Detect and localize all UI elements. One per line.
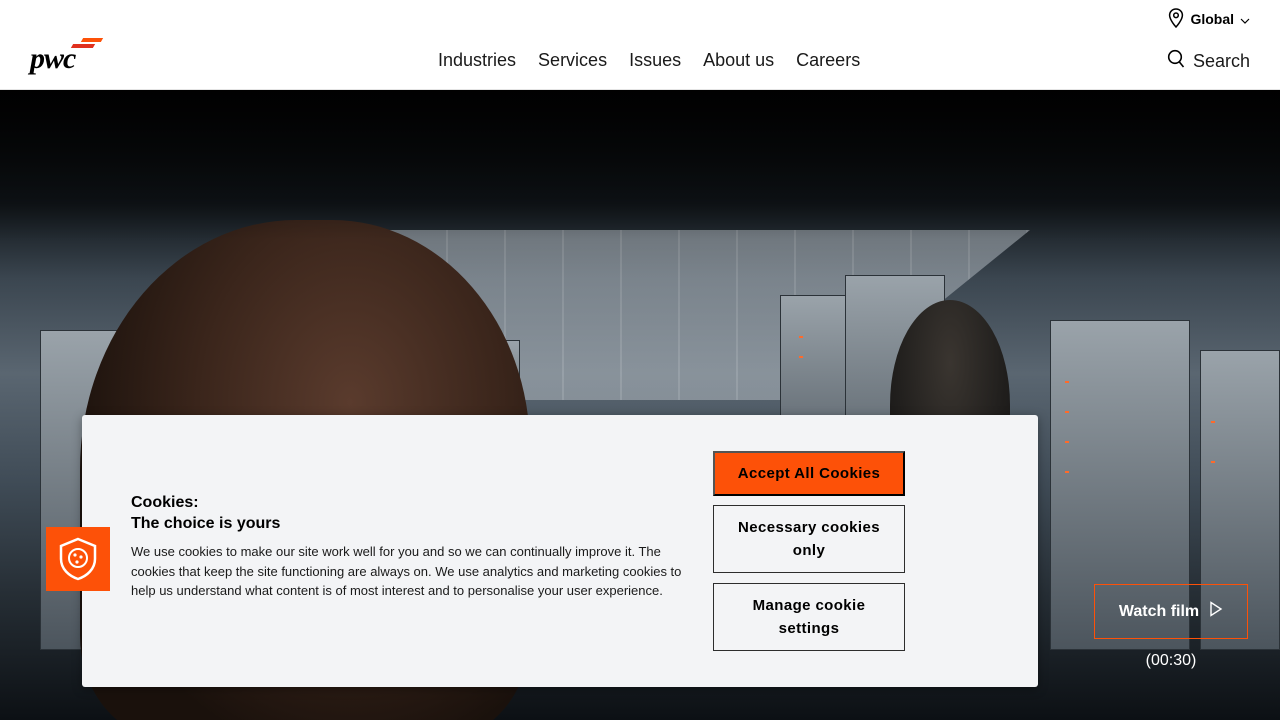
rack-light — [1065, 411, 1069, 413]
search-label: Search — [1192, 51, 1250, 71]
chevron-down-icon — [1240, 11, 1250, 27]
accept-all-cookies-button[interactable]: Accept All Cookies — [713, 451, 905, 496]
rack-light — [1211, 461, 1215, 463]
cookie-description: We use cookies to make our site work wel… — [131, 544, 682, 598]
manage-cookie-settings-button[interactable]: Manage cookie settings — [713, 583, 905, 651]
hero-top-shade — [0, 90, 1280, 240]
logo-bar-middle — [70, 44, 96, 48]
film-duration: (00:30) — [1145, 652, 1197, 669]
cookie-title-line2: The choice is yours — [131, 515, 281, 532]
site-header: pwc Global Industries Services Issues Ab… — [0, 0, 1280, 90]
cookie-title-line1: Cookies: — [131, 494, 199, 511]
locale-selector[interactable]: Global — [1168, 7, 1250, 31]
location-pin-icon — [1168, 7, 1184, 31]
rack-light — [799, 356, 803, 358]
cookie-shield-icon[interactable] — [46, 527, 110, 591]
nav-item-issues[interactable]: Issues — [629, 50, 681, 71]
logo-bar-top — [80, 38, 104, 42]
pwc-logo[interactable]: pwc — [30, 38, 104, 76]
search-icon — [1167, 49, 1185, 74]
rack-light — [1211, 421, 1215, 423]
nav-item-about-us[interactable]: About us — [703, 50, 774, 71]
search-button[interactable]: Search — [1167, 49, 1250, 74]
play-icon — [1209, 601, 1223, 622]
locale-label: Global — [1190, 11, 1234, 27]
cookie-title: Cookies: The choice is yours — [131, 492, 280, 534]
necessary-cookies-button[interactable]: Necessary cookies only — [713, 505, 905, 573]
logo-wordmark: pwc — [30, 42, 76, 75]
rack-light — [1065, 471, 1069, 473]
nav-item-services[interactable]: Services — [538, 50, 607, 71]
cookie-consent-dialog: Cookies: The choice is yours We use cook… — [82, 415, 1038, 687]
nav-item-industries[interactable]: Industries — [438, 50, 516, 71]
main-nav: Industries Services Issues About us Care… — [438, 50, 860, 71]
rack-light — [799, 336, 803, 338]
watch-film-label: Watch film — [1118, 602, 1200, 620]
nav-item-careers[interactable]: Careers — [796, 50, 860, 71]
rack-light — [1065, 381, 1069, 383]
rack-light — [1065, 441, 1069, 443]
watch-film-button[interactable]: Watch film — [1094, 584, 1248, 639]
